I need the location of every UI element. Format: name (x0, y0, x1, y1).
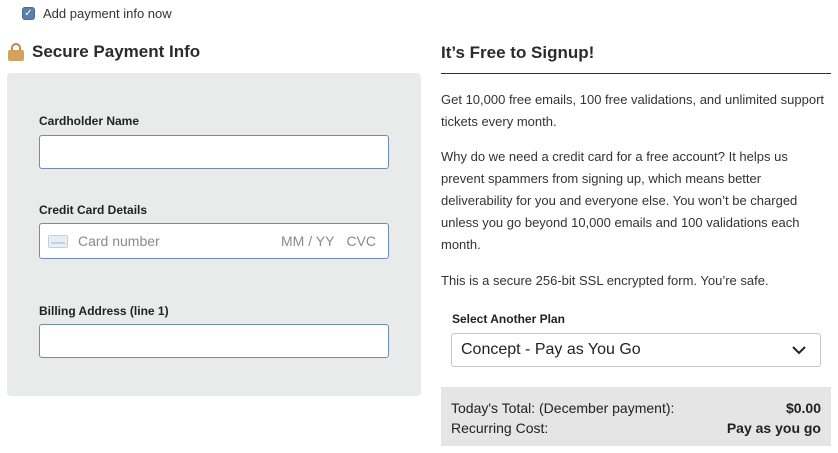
credit-card-explanation: Why do we need a credit card for a free … (441, 149, 800, 252)
card-details-label: Credit Card Details (39, 203, 148, 217)
add-payment-checkbox[interactable]: ✓ (22, 7, 35, 20)
today-total-row: Today's Total: (December payment): $0.00 (451, 398, 821, 418)
card-number-placeholder[interactable]: Card number (78, 233, 281, 249)
signup-title: It’s Free to Signup! (441, 43, 595, 62)
security-note: This is a secure 256-bit SSL encrypted f… (441, 273, 769, 288)
recurring-cost-value: Pay as you go (726, 420, 821, 436)
recurring-cost-label: Recurring Cost: (451, 420, 549, 436)
today-total-label: Today's Total: (December payment): (451, 400, 675, 416)
free-offer-text: Get 10,000 free emails, 100 free validat… (441, 92, 825, 129)
card-expiry-placeholder[interactable]: MM / YY (281, 233, 334, 249)
plan-select[interactable]: Concept - Pay as You Go (451, 333, 821, 367)
credit-card-icon (48, 234, 68, 248)
cardholder-label: Cardholder Name (39, 114, 140, 128)
add-payment-label: Add payment info now (43, 6, 172, 21)
add-payment-checkbox-row[interactable]: ✓ Add payment info now (22, 6, 172, 21)
chevron-down-icon (792, 346, 806, 355)
recurring-cost-row: Recurring Cost: Pay as you go (451, 418, 821, 438)
payment-header: Secure Payment Info (8, 42, 200, 62)
lock-icon (8, 43, 24, 61)
cardholder-name-input[interactable] (39, 135, 389, 169)
card-cvc-placeholder[interactable]: CVC (346, 233, 376, 249)
title-divider (441, 73, 831, 74)
plan-selected-value: Concept - Pay as You Go (461, 341, 641, 358)
plan-select-label: Select Another Plan (452, 312, 565, 326)
today-total-value: $0.00 (785, 400, 821, 416)
billing-address-label: Billing Address (line 1) (39, 304, 169, 318)
card-details-input[interactable]: Card number MM / YY CVC (39, 223, 389, 259)
totals-box: Today's Total: (December payment): $0.00… (441, 387, 831, 446)
billing-address-input[interactable] (39, 324, 389, 358)
payment-title: Secure Payment Info (32, 42, 201, 61)
